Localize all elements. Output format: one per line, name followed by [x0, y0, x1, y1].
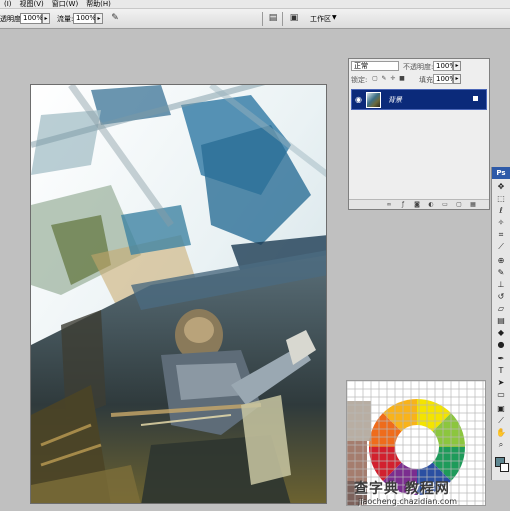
lock-all-icon[interactable]: ■	[398, 75, 406, 82]
opacity-field[interactable]: 100%	[20, 13, 43, 24]
workspace-label[interactable]: 工作区	[310, 14, 331, 24]
magic-wand-icon[interactable]: ✧	[494, 217, 508, 228]
flow-field[interactable]: 100%	[73, 13, 96, 24]
shape-icon[interactable]: ▭	[494, 389, 508, 400]
link-layers-icon[interactable]: ∞	[385, 201, 393, 208]
lock-image-icon[interactable]: ✎	[380, 75, 388, 82]
group-icon[interactable]: ▭	[441, 201, 449, 208]
zoom-icon[interactable]: ⌕	[494, 439, 508, 450]
file-browser-icon[interactable]: ▤	[266, 12, 280, 25]
pen-icon[interactable]: ✒	[494, 353, 508, 364]
ps-logo: Ps	[492, 167, 510, 179]
gradient-icon[interactable]: ▤	[494, 315, 508, 326]
separator	[282, 12, 283, 26]
opacity-label: 不透明度:	[403, 63, 434, 71]
background-color-swatch[interactable]	[500, 463, 509, 472]
lock-icon	[473, 96, 478, 101]
flow-label: 流量:	[57, 15, 74, 23]
eraser-icon[interactable]: ▱	[494, 303, 508, 314]
eyedropper-icon[interactable]: ⟋	[494, 415, 508, 426]
tools-panel: Ps ✥ ⬚ ℓ ✧ ⌗ ⟋ ⊕ ✎ ⊥ ↺ ▱ ▤ ◆ ● ✒ T ➤ ▭ ▣…	[491, 167, 510, 480]
lasso-icon[interactable]: ℓ	[494, 205, 508, 216]
workspace-dropdown-icon[interactable]: ▼	[332, 14, 337, 21]
mask-icon[interactable]: ◙	[413, 201, 421, 208]
dodge-icon[interactable]: ●	[494, 339, 508, 350]
menu-help[interactable]: 帮助(H)	[82, 0, 115, 9]
path-select-icon[interactable]: ➤	[494, 377, 508, 388]
lock-position-icon[interactable]: ✛	[389, 75, 397, 82]
layer-name: 背景	[388, 96, 402, 104]
brush-icon[interactable]: ✎	[494, 267, 508, 278]
crop-icon[interactable]: ⌗	[494, 229, 508, 240]
delete-layer-icon[interactable]: ▦	[469, 201, 477, 208]
menu-image[interactable]: (I)	[0, 0, 16, 9]
airbrush-icon[interactable]: ✎	[108, 12, 122, 25]
watermark: 查字典 教程网 jiaocheng.chazidian.com	[354, 478, 510, 511]
bridge-icon[interactable]: ▣	[287, 12, 301, 25]
options-bar: 透明度: 100% ▸ 流量: 100% ▸ ✎ ▤ ▣ 工作区 ▼	[0, 9, 510, 29]
layer-opacity-field[interactable]: 100%	[433, 61, 456, 71]
blur-icon[interactable]: ◆	[494, 327, 508, 338]
history-brush-icon[interactable]: ↺	[494, 291, 508, 302]
layer-row-background[interactable]: ◉ 背景	[351, 89, 487, 110]
fill-field[interactable]: 100%	[433, 74, 456, 84]
lock-label: 锁定:	[351, 76, 368, 84]
adjustment-layer-icon[interactable]: ◐	[427, 201, 435, 208]
separator	[262, 12, 263, 26]
marquee-icon[interactable]: ⬚	[494, 193, 508, 204]
hand-icon[interactable]: ✋	[494, 427, 508, 438]
opacity-arrow-icon[interactable]: ▸	[42, 13, 50, 24]
fill-arrow-icon[interactable]: ▸	[453, 74, 461, 84]
move-icon[interactable]: ✥	[494, 181, 508, 192]
layers-panel: 正常 不透明度: 100% ▸ 锁定: ▢ ✎ ✛ ■ 填充: 100% ▸ ◉…	[348, 58, 490, 210]
notes-icon[interactable]: ▣	[494, 403, 508, 414]
blend-mode-select[interactable]: 正常	[351, 61, 399, 71]
slice-icon[interactable]: ⟋	[494, 241, 508, 252]
eye-icon[interactable]: ◉	[355, 95, 362, 104]
healing-icon[interactable]: ⊕	[494, 255, 508, 266]
flow-arrow-icon[interactable]: ▸	[95, 13, 103, 24]
watermark-url: jiaocheng.chazidian.com	[358, 497, 458, 506]
new-layer-icon[interactable]: ▢	[455, 201, 463, 208]
type-icon[interactable]: T	[494, 365, 508, 376]
layer-thumbnail	[366, 92, 381, 108]
layers-footer: ∞ ƒ ◙ ◐ ▭ ▢ ▦	[349, 199, 489, 209]
menu-window[interactable]: 窗口(W)	[48, 0, 82, 9]
watermark-title: 查字典 教程网	[354, 481, 450, 497]
layer-style-icon[interactable]: ƒ	[399, 201, 407, 208]
menu-bar: (I) 视图(V) 窗口(W) 帮助(H)	[0, 0, 510, 9]
menu-view[interactable]: 视图(V)	[16, 0, 48, 9]
document-canvas[interactable]	[30, 84, 327, 504]
opacity-arrow-icon[interactable]: ▸	[453, 61, 461, 71]
artwork-painting	[31, 85, 326, 503]
lock-transparent-icon[interactable]: ▢	[371, 75, 379, 82]
stamp-icon[interactable]: ⊥	[494, 279, 508, 290]
